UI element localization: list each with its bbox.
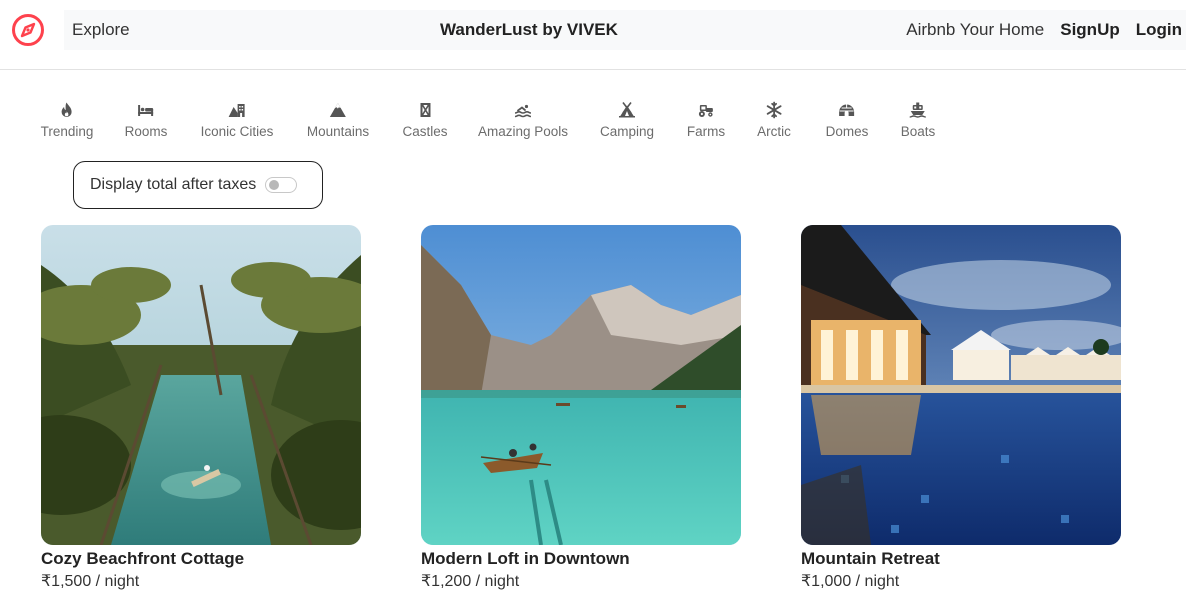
- listing-title[interactable]: Modern Loft in Downtown: [421, 548, 741, 570]
- listing-card[interactable]: Modern Loft in Downtown ₹1,200 / night: [421, 225, 741, 592]
- tax-toggle-box[interactable]: Display total after taxes: [73, 161, 323, 209]
- nav-login-link[interactable]: Login: [1136, 10, 1182, 50]
- compass-icon[interactable]: [11, 13, 45, 47]
- fire-icon: [57, 100, 77, 120]
- listing-image[interactable]: [41, 225, 361, 545]
- filter-castles[interactable]: Castles: [402, 100, 448, 140]
- filter-label: Boats: [900, 124, 936, 139]
- filter-iconic-cities[interactable]: Iconic Cities: [200, 100, 274, 140]
- mountain-icon: [328, 100, 348, 120]
- filter-label: Camping: [599, 124, 655, 139]
- filter-bar: Trending Rooms Iconic Cities Mountains C…: [0, 100, 1186, 150]
- filter-label: Mountains: [306, 124, 370, 139]
- filter-label: Rooms: [124, 124, 168, 139]
- snowflake-icon: [764, 100, 784, 120]
- filter-label: Farms: [686, 124, 726, 139]
- listing-card[interactable]: Mountain Retreat ₹1,000 / night: [801, 225, 1121, 592]
- tax-toggle-label: Display total after taxes: [90, 176, 257, 193]
- filter-label: Castles: [402, 124, 448, 139]
- filter-camping[interactable]: Camping: [600, 100, 654, 140]
- listing-price: ₹1,000 / night: [801, 573, 900, 590]
- listing-title[interactable]: Cozy Beachfront Cottage: [41, 548, 361, 570]
- listing-price: ₹1,200 / night: [421, 573, 520, 590]
- filter-amazing-pools[interactable]: Amazing Pools: [478, 100, 568, 140]
- switch-knob: [269, 180, 280, 190]
- ferry-icon: [908, 100, 928, 120]
- filter-trending[interactable]: Trending: [40, 100, 94, 140]
- filter-label: Iconic Cities: [200, 124, 274, 139]
- filter-label: Domes: [825, 124, 869, 139]
- fort-icon: [415, 100, 435, 120]
- filter-boats[interactable]: Boats: [900, 100, 936, 140]
- nav-signup-link[interactable]: SignUp: [1060, 10, 1120, 50]
- mountain-city-icon: [227, 100, 247, 120]
- filter-domes[interactable]: Domes: [825, 100, 869, 140]
- filter-label: Amazing Pools: [477, 124, 569, 139]
- listing-image[interactable]: [421, 225, 741, 545]
- filter-rooms[interactable]: Rooms: [124, 100, 168, 140]
- tractor-icon: [696, 100, 716, 120]
- nav-right-links: Airbnb Your Home SignUp Login: [906, 10, 1186, 50]
- nav-explore-link[interactable]: Explore: [72, 10, 130, 50]
- nav-brand-title[interactable]: WanderLust by VIVEK: [440, 10, 618, 50]
- bed-icon: [136, 100, 156, 120]
- nav-airbnb-home-link[interactable]: Airbnb Your Home: [906, 10, 1044, 50]
- filter-arctic[interactable]: Arctic: [757, 100, 791, 140]
- igloo-icon: [837, 100, 857, 120]
- listing-image[interactable]: [801, 225, 1121, 545]
- filter-farms[interactable]: Farms: [687, 100, 725, 140]
- filter-mountains[interactable]: Mountains: [307, 100, 369, 140]
- listing-title[interactable]: Mountain Retreat: [801, 548, 1121, 570]
- navbar: Explore WanderLust by VIVEK Airbnb Your …: [0, 0, 1186, 70]
- campground-icon: [617, 100, 637, 120]
- tax-toggle-switch[interactable]: [265, 177, 298, 193]
- filter-label: Trending: [40, 124, 94, 139]
- nav-bar-strip: Explore WanderLust by VIVEK Airbnb Your …: [64, 10, 1186, 50]
- listing-card[interactable]: Cozy Beachfront Cottage ₹1,500 / night: [41, 225, 361, 592]
- listing-price: ₹1,500 / night: [41, 573, 140, 590]
- filter-label: Arctic: [757, 124, 791, 139]
- person-swimming-icon: [513, 100, 533, 120]
